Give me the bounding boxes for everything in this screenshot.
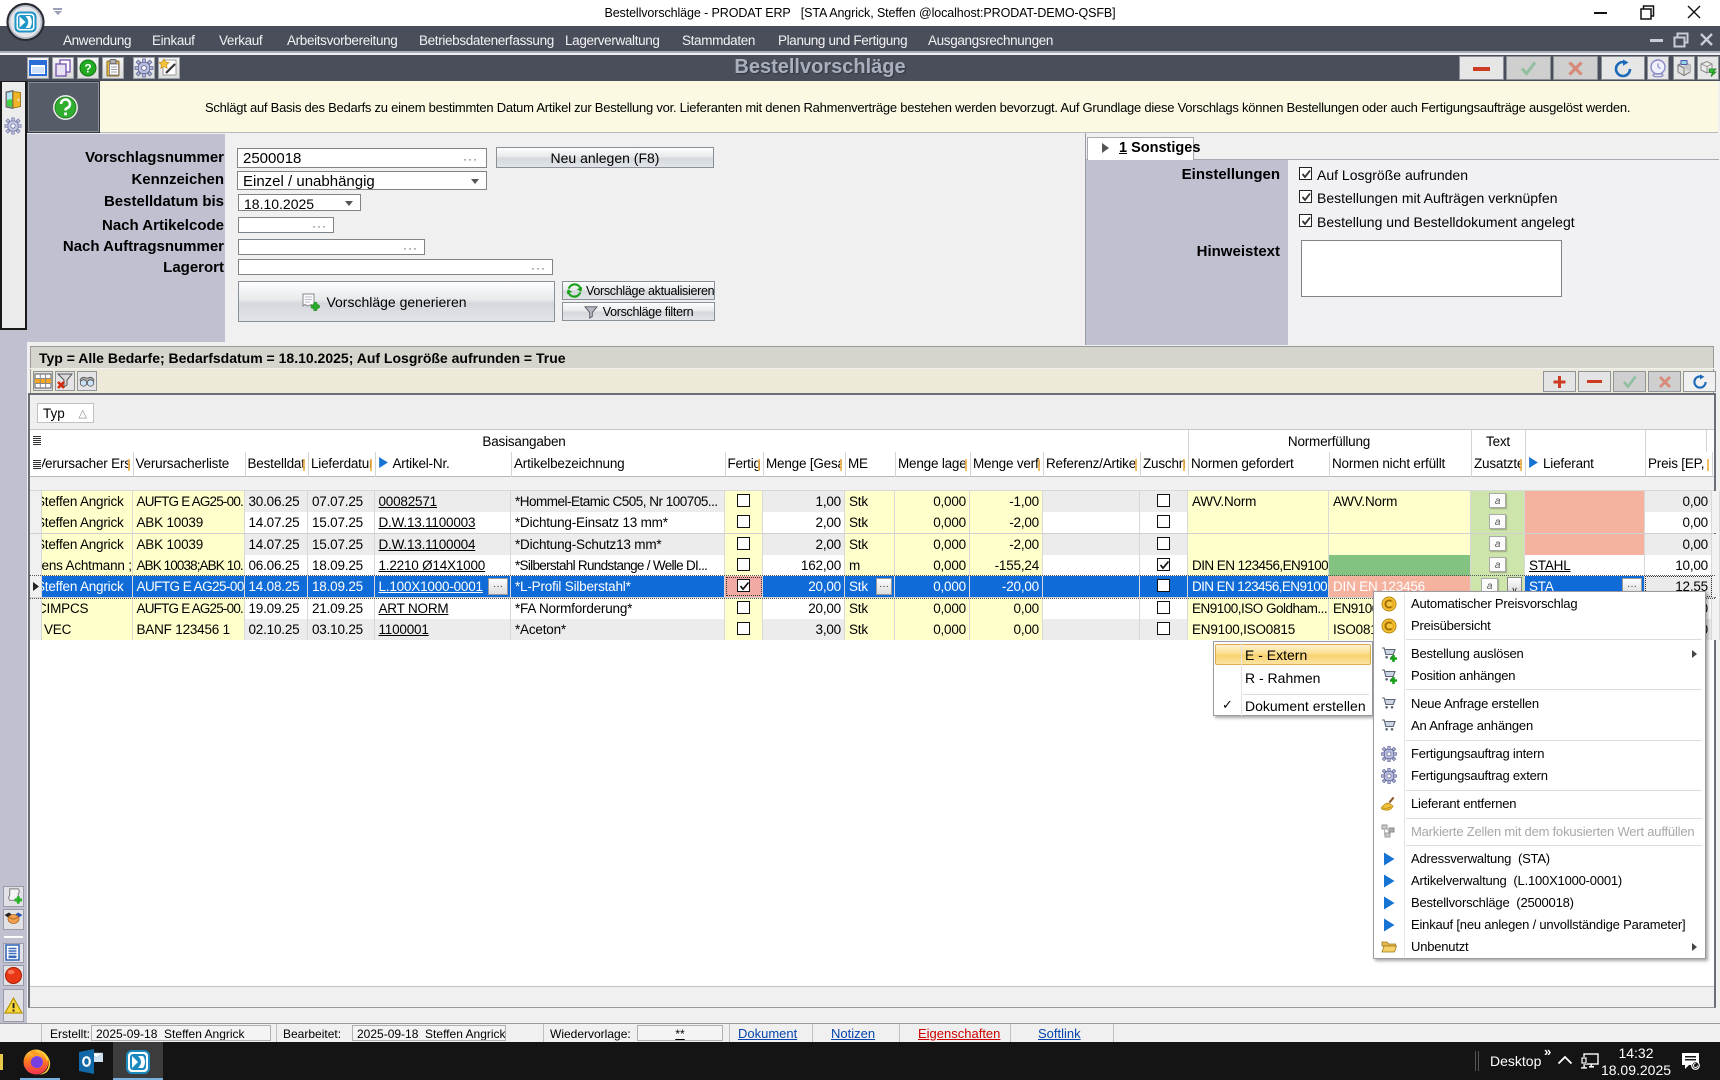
svg-text:?: ? bbox=[84, 62, 91, 76]
